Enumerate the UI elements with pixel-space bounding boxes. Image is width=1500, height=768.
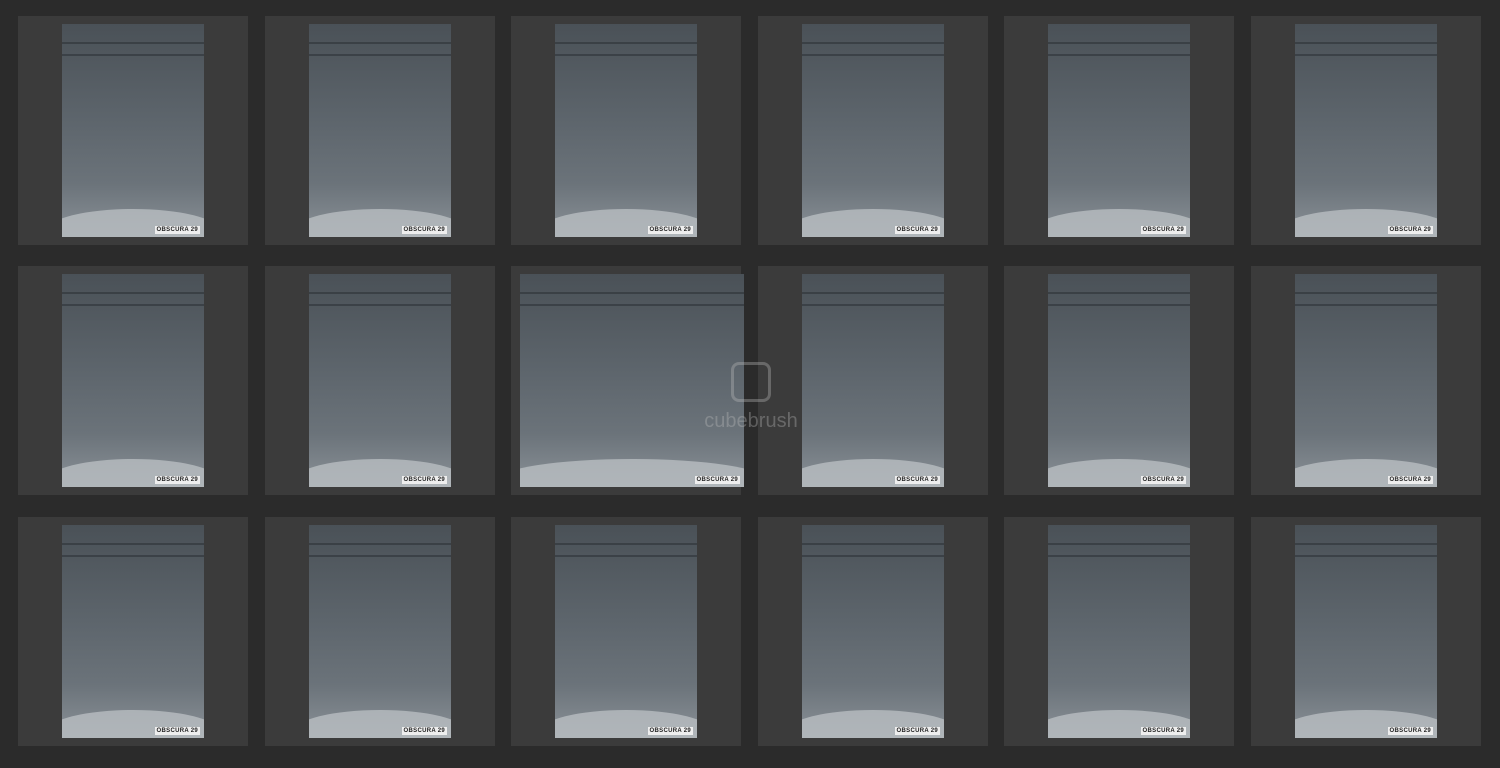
studio-truss <box>1048 292 1190 306</box>
studio-truss <box>1295 543 1437 557</box>
photo-watermark: OBSCURA 29 <box>154 476 200 484</box>
studio-truss <box>555 42 697 56</box>
studio-truss <box>309 543 451 557</box>
studio-truss <box>62 543 204 557</box>
photo-thumbnail[interactable]: OBSCURA 29 <box>18 16 248 245</box>
photo-watermark: OBSCURA 29 <box>401 226 447 234</box>
photo-watermark: OBSCURA 29 <box>894 727 940 735</box>
studio-truss <box>802 42 944 56</box>
photo-thumbnail[interactable]: OBSCURA 29 <box>265 16 495 245</box>
reference-photo[interactable]: OBSCURA 29 <box>1048 24 1190 237</box>
photo-watermark: OBSCURA 29 <box>401 727 447 735</box>
site-watermark-text: cubebrush <box>704 410 798 432</box>
studio-truss <box>62 42 204 56</box>
reference-photo[interactable]: OBSCURA 29 <box>555 24 697 237</box>
studio-truss <box>1048 543 1190 557</box>
reference-photo[interactable]: OBSCURA 29 <box>309 274 451 487</box>
photo-thumbnail[interactable]: OBSCURA 29 <box>265 266 495 495</box>
photo-watermark: OBSCURA 29 <box>1140 476 1186 484</box>
photo-thumbnail[interactable]: OBSCURA 29 <box>18 517 248 746</box>
photo-watermark: OBSCURA 29 <box>894 476 940 484</box>
photo-thumbnail[interactable]: OBSCURA 29 <box>265 517 495 746</box>
reference-photo[interactable]: OBSCURA 29 <box>1048 274 1190 487</box>
photo-watermark: OBSCURA 29 <box>1387 226 1433 234</box>
photo-thumbnail[interactable]: OBSCURA 29 <box>1004 266 1234 495</box>
photo-thumbnail[interactable]: OBSCURA 29 <box>18 266 248 495</box>
photo-watermark: OBSCURA 29 <box>1387 727 1433 735</box>
photo-thumbnail[interactable]: OBSCURA 29 <box>1251 266 1481 495</box>
studio-truss <box>520 292 744 306</box>
photo-thumbnail[interactable]: OBSCURA 29 <box>758 517 988 746</box>
photo-thumbnail[interactable]: OBSCURA 29 <box>1251 16 1481 245</box>
photo-thumbnail[interactable]: OBSCURA 29 <box>1004 517 1234 746</box>
studio-truss <box>802 292 944 306</box>
photo-watermark: OBSCURA 29 <box>1140 727 1186 735</box>
photo-watermark: OBSCURA 29 <box>154 226 200 234</box>
reference-photo[interactable]: OBSCURA 29 <box>802 525 944 738</box>
reference-photo[interactable]: OBSCURA 29 <box>62 24 204 237</box>
studio-truss <box>1048 42 1190 56</box>
photo-thumbnail[interactable]: OBSCURA 29 <box>1251 517 1481 746</box>
reference-photo[interactable]: OBSCURA 29 <box>62 274 204 487</box>
photo-watermark: OBSCURA 29 <box>647 226 693 234</box>
photo-watermark: OBSCURA 29 <box>894 226 940 234</box>
reference-photo[interactable]: OBSCURA 29 <box>555 525 697 738</box>
photo-watermark: OBSCURA 29 <box>154 727 200 735</box>
studio-truss <box>555 543 697 557</box>
photo-thumbnail[interactable]: OBSCURA 29 <box>511 16 741 245</box>
reference-photo[interactable]: OBSCURA 29 <box>802 274 944 487</box>
reference-photo[interactable]: OBSCURA 29 <box>309 24 451 237</box>
reference-photo[interactable]: OBSCURA 29 <box>62 525 204 738</box>
studio-truss <box>309 292 451 306</box>
photo-thumbnail[interactable]: OBSCURA 29 <box>758 16 988 245</box>
site-watermark: cubebrush <box>696 362 806 433</box>
photo-watermark: OBSCURA 29 <box>694 476 740 484</box>
reference-photo[interactable]: OBSCURA 29 <box>1295 274 1437 487</box>
reference-photo[interactable]: OBSCURA 29 <box>802 24 944 237</box>
photo-thumbnail[interactable]: OBSCURA 29 <box>1004 16 1234 245</box>
reference-photo[interactable]: OBSCURA 29 <box>1295 24 1437 237</box>
photo-thumbnail[interactable]: OBSCURA 29 <box>511 517 741 746</box>
reference-photo[interactable]: OBSCURA 29 <box>309 525 451 738</box>
studio-truss <box>1295 42 1437 56</box>
reference-photo[interactable]: OBSCURA 29 <box>1295 525 1437 738</box>
reference-photo[interactable]: OBSCURA 29 <box>1048 525 1190 738</box>
photo-watermark: OBSCURA 29 <box>1387 476 1433 484</box>
studio-truss <box>802 543 944 557</box>
photo-watermark: OBSCURA 29 <box>1140 226 1186 234</box>
photo-watermark: OBSCURA 29 <box>647 727 693 735</box>
cubebrush-logo-icon <box>731 362 771 402</box>
photo-watermark: OBSCURA 29 <box>401 476 447 484</box>
studio-truss <box>62 292 204 306</box>
studio-truss <box>309 42 451 56</box>
studio-truss <box>1295 292 1437 306</box>
